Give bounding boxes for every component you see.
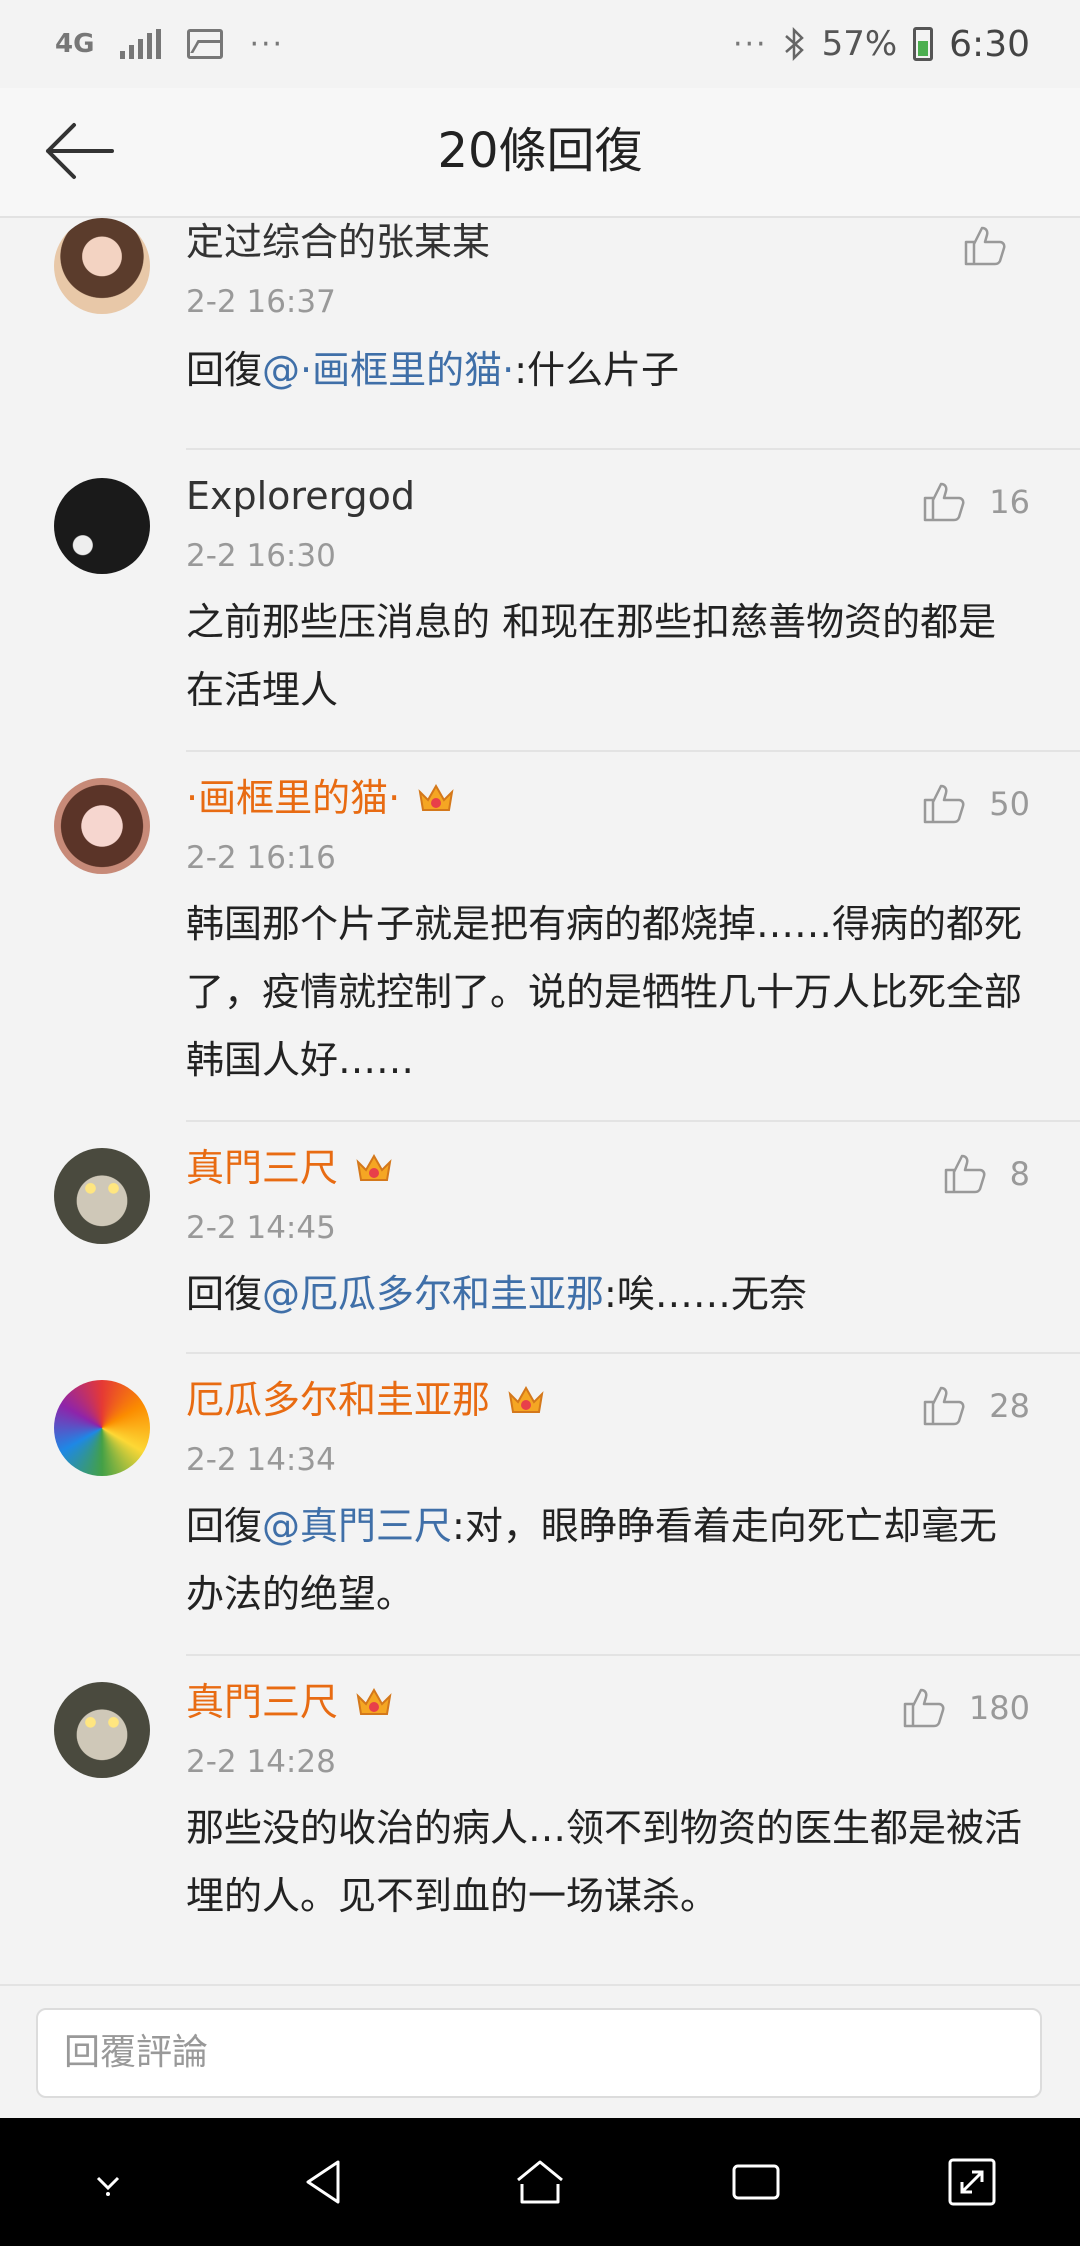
comment-timestamp: 2-2 14:45 [186, 1210, 336, 1246]
recents-icon [732, 2164, 780, 2200]
avatar[interactable] [54, 1380, 150, 1476]
comment-item: 厄瓜多尔和圭亚那 28 2-2 14:34 回復@真門三尺:对，眼睁睁看着走向死… [0, 1354, 1080, 1656]
thumbs-up-icon [924, 784, 965, 824]
commenter-name[interactable]: 真門三尺 [186, 1678, 396, 1726]
vip-crown-icon [418, 783, 454, 811]
comment-list: 定过综合的张某某 2-2 16:37 回復@·画框里的猫·:什么片子 Explo… [0, 218, 1080, 1982]
comment-body: 回復@厄瓜多尔和圭亚那:唉……无奈 [186, 1260, 1030, 1328]
like-count: 180 [968, 1689, 1030, 1727]
comment-timestamp: 2-2 14:34 [186, 1442, 336, 1478]
commenter-name-text: 真門三尺 [186, 1146, 339, 1190]
reply-prefix: 回復 [186, 1272, 263, 1316]
reply-placeholder: 回覆評論 [64, 2032, 209, 2073]
vip-crown-icon [508, 1385, 544, 1413]
vip-crown-icon [356, 1153, 392, 1181]
nav-hide-button[interactable] [68, 2142, 148, 2222]
bluetooth-icon [784, 26, 804, 62]
comment-text: 韩国那个片子就是把有病的都烧掉……得病的都死了，疫情就控制了。说的是牺牲几十万人… [186, 902, 1023, 1082]
commenter-name-text: 厄瓜多尔和圭亚那 [186, 1378, 491, 1422]
header: 20條回復 [0, 88, 1080, 218]
back-triangle-icon [306, 2160, 340, 2204]
comment-item: 真門三尺 8 2-2 14:45 回復@厄瓜多尔和圭亚那:唉……无奈 [0, 1122, 1080, 1354]
avatar[interactable] [54, 218, 150, 314]
commenter-name[interactable]: 厄瓜多尔和圭亚那 [186, 1376, 548, 1424]
image-notification-icon [187, 29, 224, 59]
like-button[interactable] [960, 222, 1030, 270]
thumbs-up-icon [924, 482, 965, 522]
commenter-name[interactable]: Explorergod [186, 472, 415, 520]
page-title: 20條回復 [437, 123, 643, 179]
avatar[interactable] [54, 478, 150, 574]
commenter-name-text: Explorergod [186, 474, 416, 518]
battery-icon [913, 27, 934, 61]
thumbs-up-icon [903, 1688, 945, 1728]
thumbs-up-icon [924, 1386, 965, 1426]
clock: 6:30 [949, 23, 1030, 65]
comment-item: 定过综合的张某某 2-2 16:37 回復@·画框里的猫·:什么片子 [0, 218, 1080, 450]
commenter-name[interactable]: 定过综合的张某某 [186, 218, 490, 266]
system-nav-bar [0, 2118, 1080, 2246]
like-button[interactable]: 50 [919, 780, 1030, 828]
status-dots-icon: ··· [732, 26, 768, 62]
comment-item: Explorergod 16 2-2 16:30 之前那些压消息的 和现在那些扣… [0, 450, 1080, 752]
comment-timestamp: 2-2 16:30 [186, 538, 336, 574]
like-count: 50 [989, 785, 1030, 823]
home-icon [517, 2160, 563, 2204]
mention-link[interactable]: @厄瓜多尔和圭亚那 [262, 1272, 604, 1316]
comment-body: 那些没的收治的病人…领不到物资的医生都是被活埋的人。见不到血的一场谋杀。 [186, 1794, 1030, 1930]
avatar[interactable] [54, 778, 150, 874]
avatar[interactable] [54, 1682, 150, 1778]
like-count: 8 [1009, 1155, 1030, 1193]
like-button[interactable]: 8 [940, 1150, 1030, 1198]
like-count: 16 [989, 483, 1030, 521]
vip-crown-icon [356, 1687, 392, 1715]
commenter-name-text: 真門三尺 [186, 1680, 339, 1724]
expand-icon [948, 2158, 996, 2206]
comment-timestamp: 2-2 16:16 [186, 840, 336, 876]
nav-home-button[interactable] [500, 2142, 580, 2222]
like-button[interactable]: 16 [919, 478, 1030, 526]
comment-body: 之前那些压消息的 和现在那些扣慈善物资的都是在活埋人 [186, 588, 1030, 724]
comment-timestamp: 2-2 16:37 [186, 284, 336, 320]
status-right: ··· 57% 6:30 [733, 24, 1030, 65]
reply-prefix: 回復 [186, 1504, 263, 1548]
mention-link[interactable]: @真門三尺 [262, 1504, 452, 1548]
comment-text: :什么片子 [514, 348, 679, 392]
commenter-name[interactable]: ·画框里的猫· [186, 774, 458, 822]
signal-icon [120, 29, 162, 59]
comment-text: :唉……无奈 [604, 1272, 807, 1316]
avatar[interactable] [54, 1148, 150, 1244]
like-button[interactable]: 28 [919, 1382, 1030, 1430]
commenter-name-text: 定过综合的张某某 [186, 220, 491, 264]
comment-timestamp: 2-2 14:28 [186, 1744, 336, 1780]
status-bar: 4G ··· ··· 57% 6:30 [0, 0, 1080, 88]
reply-comment-input[interactable]: 回覆評論 [36, 2008, 1042, 2098]
commenter-name[interactable]: 真門三尺 [186, 1144, 396, 1192]
battery-percent: 57% [821, 24, 898, 64]
like-count: 28 [989, 1387, 1030, 1425]
nav-back-button[interactable] [284, 2142, 364, 2222]
reply-prefix: 回復 [186, 348, 263, 392]
commenter-name-text: ·画框里的猫· [186, 776, 401, 820]
comment-text: 那些没的收治的病人…领不到物资的医生都是被活埋的人。见不到血的一场谋杀。 [186, 1806, 1023, 1918]
comment-body: 回復@·画框里的猫·:什么片子 [186, 336, 1030, 404]
mention-link[interactable]: @·画框里的猫· [262, 348, 514, 392]
status-left: 4G ··· [55, 27, 284, 62]
comment-text: 之前那些压消息的 和现在那些扣慈善物资的都是在活埋人 [186, 600, 997, 712]
more-notifications-icon: ··· [249, 26, 285, 62]
comment-body: 韩国那个片子就是把有病的都烧掉……得病的都死了，疫情就控制了。说的是牺牲几十万人… [186, 890, 1030, 1094]
thumbs-up-icon [964, 226, 1006, 266]
nav-expand-button[interactable] [932, 2142, 1012, 2222]
reply-bar: 回覆評論 [0, 1984, 1080, 2118]
nav-recents-button[interactable] [716, 2142, 796, 2222]
comment-item: ·画框里的猫· 50 2-2 16:16 韩国那个片子就是把有病的都烧掉……得病… [0, 752, 1080, 1122]
chevron-down-icon [96, 2176, 120, 2196]
like-button[interactable]: 180 [899, 1684, 1030, 1732]
network-type: 4G [55, 29, 95, 59]
thumbs-up-icon [944, 1154, 986, 1194]
comment-body: 回復@真門三尺:对，眼睁睁看着走向死亡却毫无办法的绝望。 [186, 1492, 1030, 1628]
comment-item: 真門三尺 180 2-2 14:28 那些没的收治的病人…领不到物资的医生都是被… [0, 1656, 1080, 1982]
